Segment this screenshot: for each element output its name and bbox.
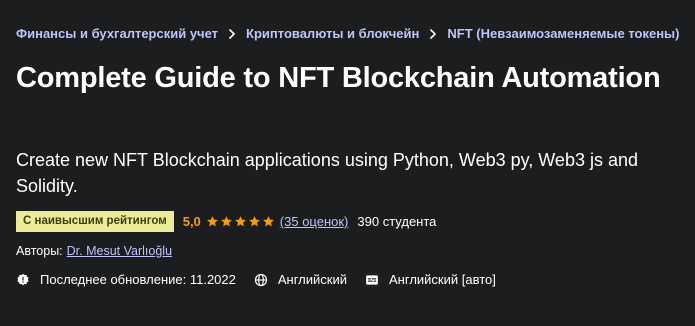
breadcrumb-item-nft[interactable]: NFT (Невзаимозаменяемые токены) bbox=[447, 26, 679, 41]
bestseller-badge: С наивысшим рейтингом bbox=[16, 211, 174, 232]
breadcrumb: Финансы и бухгалтерский учет Криптовалют… bbox=[16, 26, 680, 41]
course-captions: Английский [авто] bbox=[365, 272, 496, 287]
star-icon bbox=[248, 216, 260, 227]
chevron-right-icon bbox=[218, 28, 246, 39]
star-icon bbox=[206, 216, 218, 227]
rating-stars bbox=[206, 215, 276, 228]
authors-row: Авторы: Dr. Mesut Varlıoğlu bbox=[16, 244, 172, 258]
breadcrumb-item-crypto[interactable]: Криптовалюты и блокчейн bbox=[246, 26, 419, 41]
rating-row: С наивысшим рейтингом 5,0 (35 оценок) 39… bbox=[16, 211, 436, 232]
chevron-right-icon bbox=[419, 28, 447, 39]
authors-label: Авторы: bbox=[16, 244, 63, 258]
language-text: Английский bbox=[277, 272, 348, 287]
star-icon bbox=[262, 216, 274, 227]
breadcrumb-item-finance[interactable]: Финансы и бухгалтерский учет bbox=[16, 26, 218, 41]
reviews-link[interactable]: (35 оценок) bbox=[280, 214, 349, 229]
star-icon bbox=[234, 216, 246, 227]
author-link[interactable]: Dr. Mesut Varlıoğlu bbox=[67, 244, 172, 258]
alert-badge-icon bbox=[16, 273, 30, 287]
captions-text: Английский [авто] bbox=[389, 272, 496, 287]
last-updated-text: Последнее обновление: 11.2022 bbox=[40, 272, 236, 287]
course-language: Английский bbox=[254, 272, 347, 287]
meta-row: Последнее обновление: 11.2022 Английский bbox=[16, 272, 514, 287]
rating-value: 5,0 bbox=[182, 214, 201, 229]
star-icon bbox=[220, 216, 232, 227]
last-updated: Последнее обновление: 11.2022 bbox=[16, 272, 236, 287]
course-title: Complete Guide to NFT Blockchain Automat… bbox=[16, 62, 661, 94]
globe-icon bbox=[254, 273, 268, 287]
student-count: 390 студента bbox=[357, 214, 437, 229]
closed-captions-icon bbox=[365, 273, 379, 287]
course-subtitle: Create new NFT Blockchain applications u… bbox=[16, 150, 639, 196]
